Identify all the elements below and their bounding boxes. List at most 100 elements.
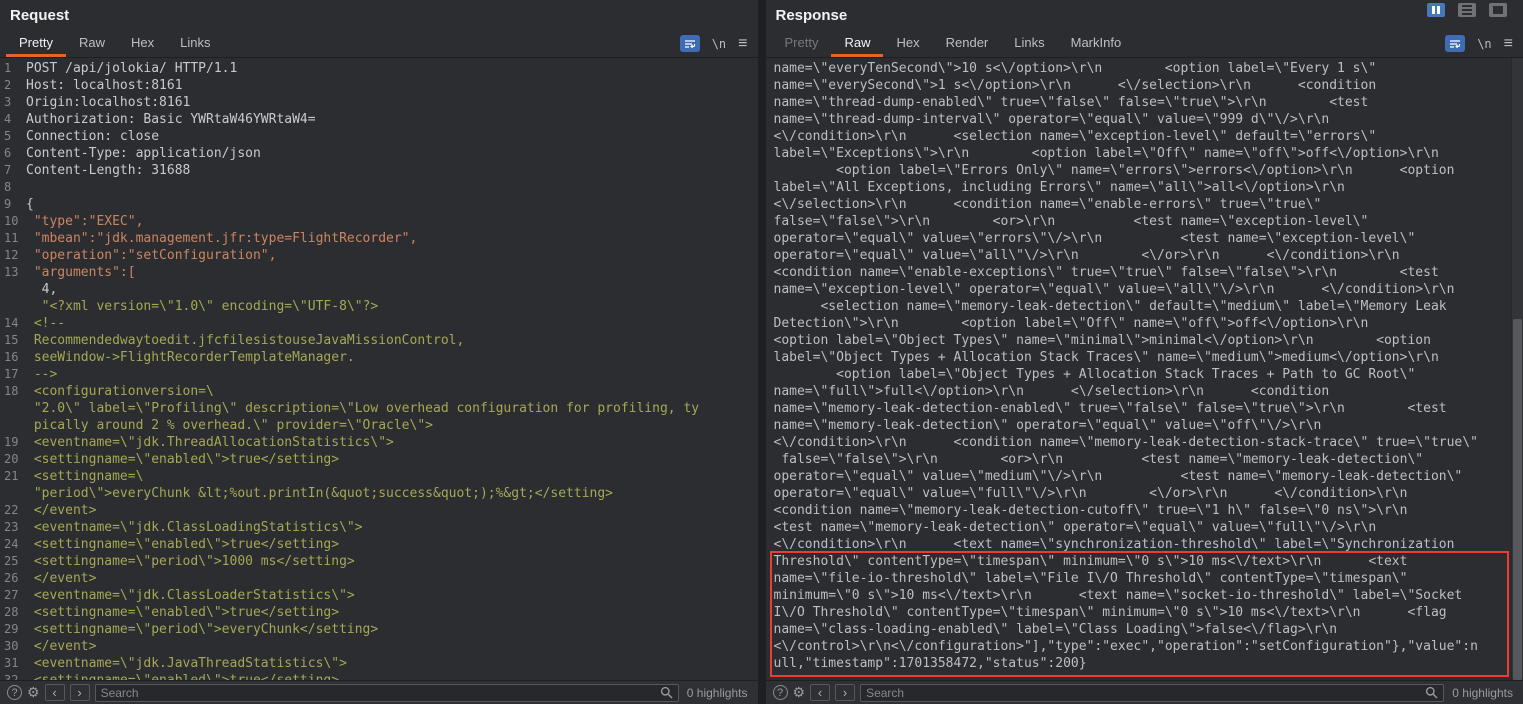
code-text: pically around 2 % overhead.\" provider=… — [26, 417, 433, 434]
tab-markinfo[interactable]: MarkInfo — [1058, 30, 1135, 57]
tab-pretty[interactable]: Pretty — [772, 30, 832, 57]
request-code-line: 16 seeWindow->FlightRecorderTemplateMana… — [0, 349, 758, 366]
request-code-line: pically around 2 % overhead.\" provider=… — [0, 417, 758, 434]
scrollbar-thumb[interactable] — [1513, 319, 1522, 680]
line-number: 9 — [0, 196, 26, 213]
request-code-line: 19 <eventname=\"jdk.ThreadAllocationStat… — [0, 434, 758, 451]
search-input[interactable] — [866, 686, 1421, 700]
code-text: <settingname=\"enabled\">true</setting> — [26, 451, 339, 468]
next-match-button[interactable]: › — [70, 684, 90, 701]
request-code-line: 31 <eventname=\"jdk.JavaThreadStatistics… — [0, 655, 758, 672]
response-header: Response — [766, 0, 1523, 30]
code-text: <settingname=\"enabled\">true</setting> — [26, 672, 339, 680]
line-number: 5 — [0, 128, 26, 145]
line-number — [0, 417, 26, 434]
line-number: 30 — [0, 638, 26, 655]
newline-chars-icon[interactable]: \n — [712, 37, 726, 51]
tab-raw[interactable]: Raw — [831, 30, 883, 57]
prev-match-button[interactable]: ‹ — [810, 684, 830, 701]
request-code: 1POST /api/jolokia/ HTTP/1.12Host: local… — [0, 60, 758, 680]
request-code-line: 7Content-Length: 31688 — [0, 162, 758, 179]
code-text: Connection: close — [26, 128, 159, 145]
rows-layout-icon[interactable] — [1458, 3, 1476, 17]
line-number: 11 — [0, 230, 26, 247]
request-title: Request — [10, 7, 69, 24]
line-number: 32 — [0, 672, 26, 680]
line-number — [0, 281, 26, 298]
line-number: 8 — [0, 179, 26, 196]
request-code-line: 24 <settingname=\"enabled\">true</settin… — [0, 536, 758, 553]
response-code-line: <condition name=\"enable-exceptions\" tr… — [766, 264, 1510, 281]
line-number: 24 — [0, 536, 26, 553]
line-number: 4 — [0, 111, 26, 128]
line-number: 6 — [0, 145, 26, 162]
tab-links[interactable]: Links — [1001, 30, 1057, 57]
response-code-line: minimum=\"0 s\">10 ms<\/text>\r\n <text … — [766, 587, 1510, 604]
code-text: "type":"EXEC", — [26, 213, 143, 230]
single-layout-icon[interactable] — [1489, 3, 1507, 17]
prev-match-button[interactable]: ‹ — [45, 684, 65, 701]
request-code-line: 27 <eventname=\"jdk.ClassLoaderStatistic… — [0, 587, 758, 604]
tab-hex[interactable]: Hex — [883, 30, 932, 57]
response-code-line: <\/selection>\r\n <condition name=\"enab… — [766, 196, 1510, 213]
code-text: "operation":"setConfiguration", — [26, 247, 276, 264]
newline-chars-icon[interactable]: \n — [1477, 37, 1491, 51]
line-number: 1 — [0, 60, 26, 77]
tab-links[interactable]: Links — [167, 30, 223, 57]
response-code-line: operator=\"equal\" value=\"medium\"\/>\r… — [766, 468, 1510, 485]
request-panel: Request PrettyRawHexLinks \n ≡ 1POST /ap… — [0, 0, 758, 704]
code-text: "<?xml version=\"1.0\" encoding=\"UTF-8\… — [26, 298, 378, 315]
search-settings-gear-icon[interactable]: ⚙ — [27, 684, 40, 701]
soft-wrap-icon[interactable] — [680, 35, 700, 52]
request-code-line: 22 </event> — [0, 502, 758, 519]
request-code-line: 14 <!-- — [0, 315, 758, 332]
line-number — [0, 485, 26, 502]
response-scrollbar[interactable] — [1511, 58, 1523, 680]
code-text: "arguments":[ — [26, 264, 136, 281]
columns-layout-icon[interactable] — [1427, 3, 1445, 17]
response-code-line: label=\"Object Types + Allocation Stack … — [766, 349, 1510, 366]
request-code-line: 30 </event> — [0, 638, 758, 655]
soft-wrap-icon[interactable] — [1445, 35, 1465, 52]
response-tab-actions: \n ≡ — [1445, 30, 1517, 57]
response-code-line: <\/condition>\r\n <condition name=\"memo… — [766, 434, 1510, 451]
search-field — [860, 684, 1444, 702]
request-code-line: 4, — [0, 281, 758, 298]
response-code-line: name=\"class-loading-enabled\" label=\"C… — [766, 621, 1510, 638]
search-settings-gear-icon[interactable]: ⚙ — [793, 684, 806, 701]
request-tab-actions: \n ≡ — [680, 30, 752, 57]
request-code-line: 2Host: localhost:8161 — [0, 77, 758, 94]
next-match-button[interactable]: › — [835, 684, 855, 701]
tab-render[interactable]: Render — [933, 30, 1002, 57]
code-text: Host: localhost:8161 — [26, 77, 183, 94]
panel-divider[interactable] — [758, 0, 766, 704]
help-icon[interactable]: ? — [773, 685, 788, 700]
response-panel: Response PrettyRawHexRenderLinksMarkInfo… — [766, 0, 1523, 704]
response-code-line: I\/O Threshold\" contentType=\"timespan\… — [766, 604, 1510, 621]
response-editor[interactable]: name=\"everyTenSecond\">10 s<\/option>\r… — [766, 58, 1523, 680]
menu-icon[interactable]: ≡ — [1504, 36, 1513, 52]
menu-icon[interactable]: ≡ — [738, 36, 747, 52]
tab-hex[interactable]: Hex — [118, 30, 167, 57]
request-code-line: 5Connection: close — [0, 128, 758, 145]
request-code-line: 11 "mbean":"jdk.management.jfr:type=Flig… — [0, 230, 758, 247]
response-code-line: name=\"everyTenSecond\">10 s<\/option>\r… — [766, 60, 1510, 77]
response-code-line: name=\"memory-leak-detection\" operator=… — [766, 417, 1510, 434]
request-code-line: 8 — [0, 179, 758, 196]
layout-controls — [1427, 3, 1507, 17]
response-code-line: <\/condition>\r\n <text name=\"synchroni… — [766, 536, 1510, 553]
request-code-line: 26 </event> — [0, 570, 758, 587]
line-number: 23 — [0, 519, 26, 536]
search-input[interactable] — [101, 686, 656, 700]
code-text: seeWindow->FlightRecorderTemplateManager… — [26, 349, 355, 366]
help-icon[interactable]: ? — [7, 685, 22, 700]
tab-pretty[interactable]: Pretty — [6, 30, 66, 57]
tab-raw[interactable]: Raw — [66, 30, 118, 57]
response-code-line: name=\"thread-dump-interval\" operator=\… — [766, 111, 1510, 128]
code-text: </event> — [26, 570, 96, 587]
response-code-line: name=\"full\">full<\/option>\r\n <\/sele… — [766, 383, 1510, 400]
request-code-line: 10 "type":"EXEC", — [0, 213, 758, 230]
request-editor[interactable]: 1POST /api/jolokia/ HTTP/1.12Host: local… — [0, 58, 758, 680]
response-code: name=\"everyTenSecond\">10 s<\/option>\r… — [766, 60, 1523, 672]
response-code-line: <option label=\"Object Types + Allocatio… — [766, 366, 1510, 383]
